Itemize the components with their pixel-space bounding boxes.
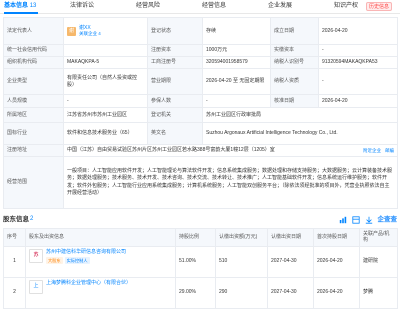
col-ratio[interactable]: 持股比例	[175, 228, 216, 247]
table-icon[interactable]	[351, 216, 360, 224]
history-info-button[interactable]: 历史信息	[365, 2, 392, 11]
col-first-date[interactable]: 首次持股日期	[313, 228, 360, 247]
related-link[interactable]: 梦腾	[359, 276, 398, 309]
first-date-value: 2026-04-20	[313, 276, 360, 309]
reg-no-label: 工商注册号	[147, 56, 203, 69]
holder-cell: 上 上海梦腾科企业管理中心（有限合伙）	[25, 276, 176, 309]
region-label: 所属地区	[3, 107, 64, 123]
biz-term-label: 营业期限	[147, 68, 203, 95]
holder-logo: 苏	[29, 248, 43, 263]
scope-value: 一般项目：人工智能应用软件开发；人工智能理论与算法软件开发；信息系统集成服务；数…	[63, 156, 398, 209]
holder-logo: 上	[29, 279, 43, 294]
subscribed-value: 510	[215, 245, 268, 278]
sub-date-value: 2027-04-30	[267, 245, 314, 278]
english-name-label: 英文名	[147, 122, 203, 145]
row-index: 2	[3, 276, 26, 309]
reg-capital-label: 注册资本	[147, 44, 203, 57]
top-tab-bar: 基本信息 13 法律诉讼 经营风险 经营信息 企业发展 知识产权 历史信息	[0, 0, 400, 14]
shareholders-header: 股东信息 2 企查查	[3, 214, 397, 226]
legal-rep-avatar: 谢	[67, 26, 76, 36]
subscribed-value: 290	[215, 276, 268, 309]
address-cell: 中国（江苏）自由贸易试验区苏州片区苏州工业园区若水路388号富韵大厦1幢12层（…	[63, 144, 398, 157]
col-sub-date[interactable]: 认缴出资日期	[267, 228, 314, 247]
chart-icon[interactable]	[339, 216, 347, 224]
reg-authority-label: 登记机关	[147, 107, 203, 123]
major-shareholder-badge: 大股东	[46, 256, 63, 264]
tab-legal[interactable]: 法律诉讼	[70, 3, 136, 11]
tab-basic-info[interactable]: 基本信息 13	[4, 3, 70, 11]
ratio-value: 51.00%	[175, 245, 216, 278]
approval-date-value: 2026-04-20	[318, 94, 398, 108]
table-row: 1 苏 苏州中建信科华研信息咨询有限公司 大股东 实际控制人 51.00% 51…	[3, 245, 398, 278]
holder-cell: 苏 苏州中建信科华研信息咨询有限公司 大股东 实际控制人	[25, 245, 176, 278]
address-value: 中国（江苏）自由贸易试验区苏州片区苏州工业园区若水路388号富韵大厦1幢12层（…	[67, 147, 275, 154]
est-date-value: 2026-04-20	[318, 17, 398, 45]
company-type-value: 有限责任公司（自然人投资或控股）	[63, 68, 148, 95]
org-code-label: 组织机构代码	[3, 56, 64, 69]
paid-capital-label: 实缴资本	[270, 44, 319, 57]
brand-logo: 企查查	[377, 215, 398, 223]
legal-rep-cell: 谢 谢XX 关联企业 4	[63, 17, 148, 45]
active-tab-indicator	[4, 12, 38, 14]
company-type-label: 企业类型	[3, 68, 64, 95]
reg-capital-value: 1000万元	[202, 44, 271, 57]
table-row: 2 上 上海梦腾科企业管理中心（有限合伙） 29.00% 290 2027-04…	[3, 276, 398, 309]
industry-label: 国标行业	[3, 122, 64, 145]
ratio-value: 29.00%	[175, 276, 216, 309]
scope-label: 经营范围	[3, 156, 64, 209]
related-companies-link[interactable]: 关联企业 4	[79, 31, 101, 37]
tab-risk[interactable]: 经营风险	[136, 3, 202, 11]
reg-status-value: 存续	[202, 17, 271, 45]
paid-capital-value: -	[318, 44, 398, 57]
shareholders-count: 2	[30, 216, 34, 223]
credit-code-value	[63, 44, 148, 57]
sub-date-value: 2027-04-30	[267, 276, 314, 309]
row-index: 1	[3, 245, 26, 278]
est-date-label: 成立日期	[270, 17, 319, 45]
tab-operation[interactable]: 经营信息	[202, 3, 268, 11]
business-info-table: 法定代表人 谢 谢XX 关联企业 4 登记状态 存续 成立日期 2026-04-…	[3, 17, 398, 209]
reg-no-value: 320594001958579	[202, 56, 271, 69]
approval-date-label: 核准日期	[270, 94, 319, 108]
download-icon[interactable]	[365, 216, 373, 224]
credit-code-label: 统一社会信用代码	[3, 44, 64, 57]
address-label: 注册地址	[3, 144, 64, 157]
shareholders-title: 股东信息	[3, 215, 29, 223]
col-holder: 股东及出资信息	[25, 228, 176, 247]
postcode-link[interactable]: 邮编	[385, 148, 394, 154]
taxpayer-id-label: 纳税人识别号	[270, 56, 319, 69]
related-link[interactable]: 建研院	[359, 245, 398, 278]
reg-status-label: 登记状态	[147, 17, 203, 45]
first-date-value: 2026-04-20	[313, 245, 360, 278]
legal-rep-label: 法定代表人	[3, 17, 64, 45]
biz-term-value: 2026-04-20 至 无固定期限	[202, 68, 271, 95]
region-value: 江苏省苏州市苏州工业园区	[63, 107, 148, 123]
holder-name-link[interactable]: 苏州中建信科华研信息咨询有限公司	[46, 249, 126, 255]
tab-development[interactable]: 企业发展	[268, 3, 334, 11]
col-index: 序号	[3, 228, 26, 247]
col-related: 关联产品/机构	[359, 228, 398, 247]
nearby-companies-link[interactable]: 附近企业	[363, 148, 381, 154]
reg-authority-value: 苏州工业园区行政审批局	[202, 107, 398, 123]
taxpayer-qual-label: 纳税人资质	[270, 68, 319, 95]
controller-badge: 实际控制人	[64, 256, 90, 264]
staff-value: -	[63, 94, 148, 108]
insured-value: -	[202, 94, 271, 108]
col-subscribed[interactable]: 认缴出资额(万元)	[215, 228, 268, 247]
insured-label: 参保人数	[147, 94, 203, 108]
holder-name-link[interactable]: 上海梦腾科企业管理中心（有限合伙）	[46, 280, 131, 286]
staff-label: 人员规模	[3, 94, 64, 108]
taxpayer-qual-value: -	[318, 68, 398, 95]
english-name-value: Suzhou Argonaux Artificial Intelligence …	[202, 122, 398, 145]
shareholders-table: 序号 股东及出资信息 持股比例 认缴出资额(万元) 认缴出资日期 首次持股日期 …	[3, 228, 398, 309]
industry-value: 软件和信息技术服务业（65）	[63, 122, 148, 145]
org-code-value: MAKAQKPA-5	[63, 56, 148, 69]
taxpayer-id-value: 91320594MAKAQKPA53	[318, 56, 398, 69]
